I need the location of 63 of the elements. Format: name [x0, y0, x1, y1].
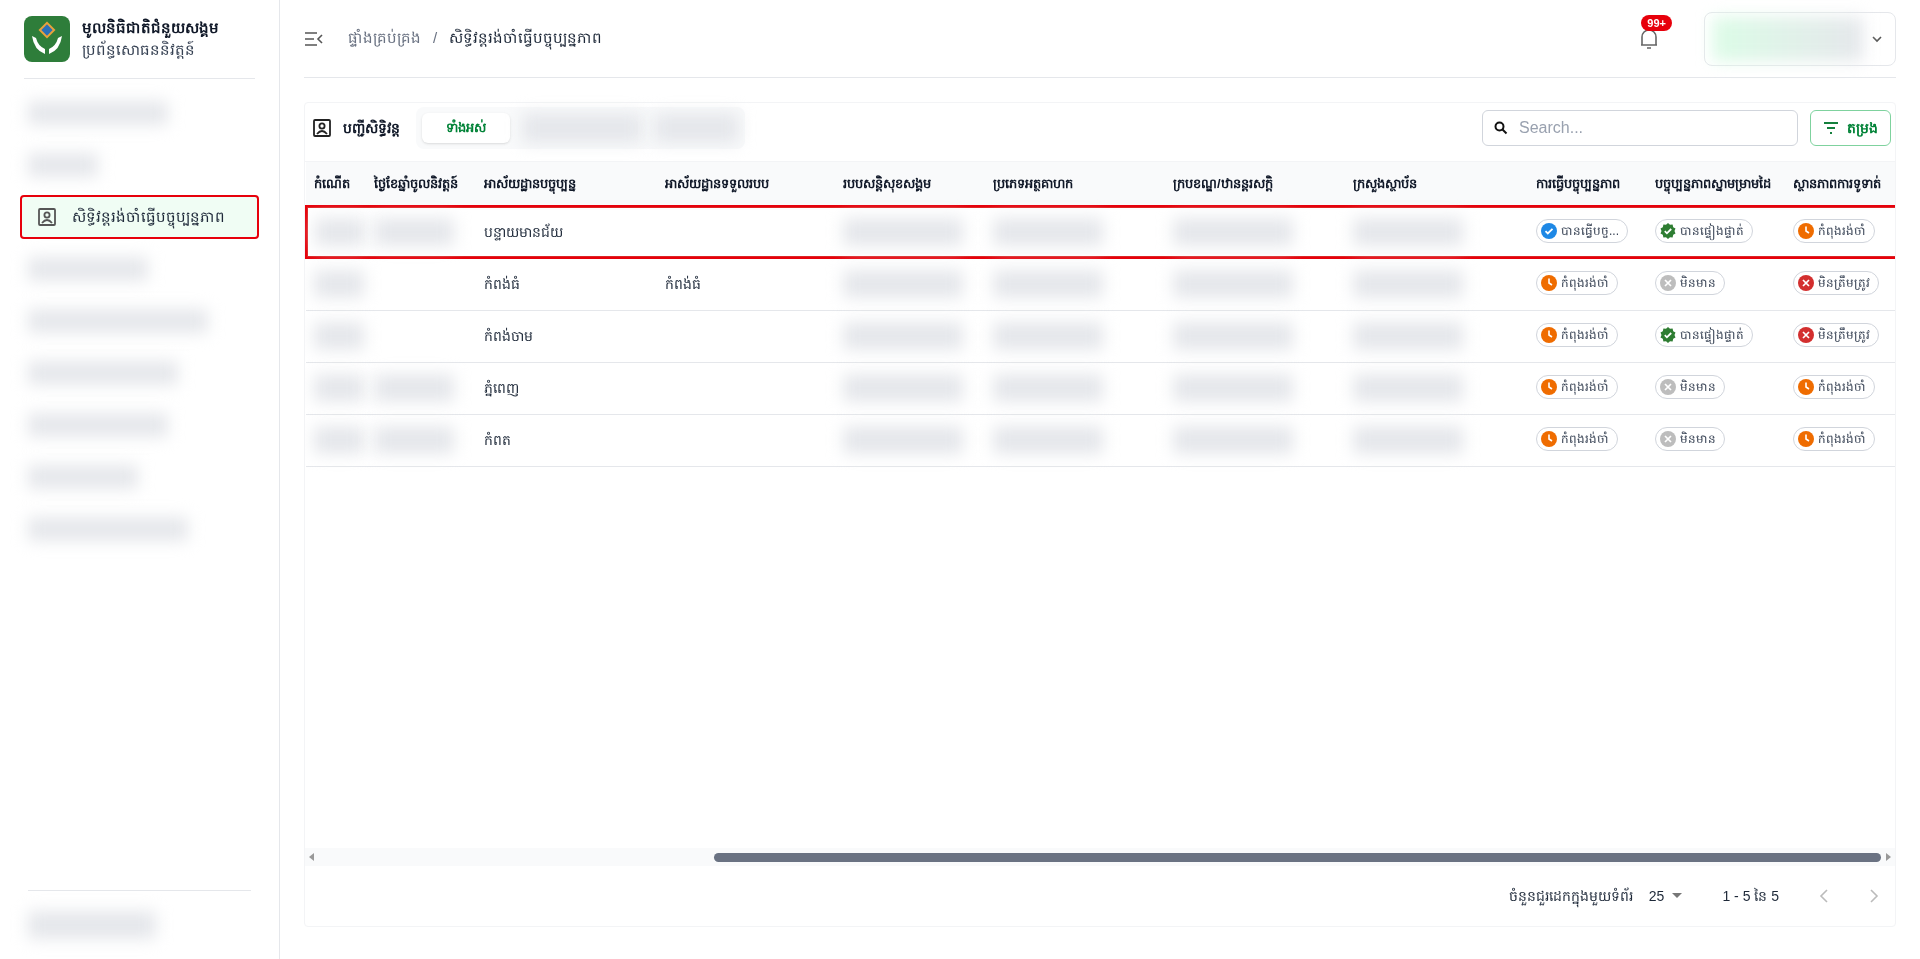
clock-icon — [1541, 379, 1557, 395]
x-circle-icon — [1660, 431, 1676, 447]
next-page-icon[interactable] — [1869, 889, 1879, 903]
verified-badge-icon — [1660, 223, 1676, 239]
chevron-down-icon — [1871, 34, 1883, 43]
column-header: ក្របខណ្ឌ/ឋានន្តរសក្តិ — [1165, 162, 1345, 206]
notification-badge: 99+ — [1641, 14, 1672, 31]
search-icon — [1494, 121, 1508, 135]
column-header: ប្រភេទអត្ថគាហក — [985, 162, 1165, 206]
table-cell: ភ្នំពេញ — [484, 379, 519, 396]
list-title: បញ្ជីសិទ្ធិវន្ត — [343, 118, 400, 139]
page-range: 1 - 5 នៃ 5 — [1722, 886, 1779, 906]
clock-icon — [1541, 327, 1557, 343]
column-header: អាស័យដ្ឋានបច្ចុប្បន្ន — [476, 162, 657, 206]
clock-icon — [1541, 275, 1557, 292]
x-circle-icon — [1660, 275, 1676, 292]
table-row[interactable]: ភ្នំពេញ កំពុងរង់ចាំ មិនមាន កំពុងរង់ចាំ — [306, 362, 1895, 414]
caret-icon — [1672, 893, 1683, 899]
user-card-icon — [38, 208, 56, 226]
table-cell: កំពត — [484, 431, 511, 448]
breadcrumb-current: សិទ្ធិវន្តរង់ចាំធ្វើបច្ចុប្បន្នភាព — [449, 27, 603, 50]
x-circle-icon — [1660, 379, 1676, 395]
clock-icon — [1798, 431, 1814, 447]
scroll-right-icon[interactable] — [1885, 853, 1891, 861]
rows-per-page-select[interactable]: 25 — [1648, 885, 1683, 907]
breadcrumb-link[interactable]: ផ្ទាំងគ្រប់គ្រង — [348, 27, 421, 50]
table-row[interactable]: កំពង់ធំ កំពង់ធំ កំពុងរង់ចាំ មិនមាន មិនត្រឹមត្រូវ — [306, 258, 1895, 310]
user-card-icon — [313, 119, 331, 137]
tab[interactable]: ទាំងអស់ — [422, 113, 510, 143]
column-header: កំណើត — [306, 162, 366, 206]
filter-icon — [1823, 122, 1839, 134]
table-cell: កំពង់ធំ — [484, 275, 520, 292]
logo-icon — [24, 16, 70, 62]
sidebar-item[interactable]: សិទ្ធិវន្តរង់ចាំធ្វើបច្ចុប្បន្នភាព — [20, 195, 259, 239]
clock-icon — [1541, 431, 1557, 447]
check-circle-icon — [1541, 223, 1557, 239]
previous-page-icon[interactable] — [1819, 889, 1829, 903]
app-subtitle: ប្រព័ន្ធសោធននិវត្តន៍ — [82, 39, 196, 61]
table-cell: កំពង់ធំ — [665, 275, 701, 292]
column-header: ក្រសួងស្ថាប័ន — [1345, 162, 1528, 206]
filter-button[interactable]: តម្រង — [1810, 110, 1891, 146]
column-header: បច្ចុប្បន្នភាពស្នាមម្រាមដៃ — [1647, 162, 1785, 206]
verified-badge-icon — [1660, 327, 1676, 343]
app-title: មូលនិធិជាតិជំនួយសង្គម — [82, 17, 219, 39]
scrollbar-thumb[interactable] — [714, 852, 1881, 862]
scroll-left-icon[interactable] — [309, 853, 315, 861]
search-field[interactable]: Search... — [1482, 110, 1798, 146]
table-row[interactable]: កំពត កំពុងរង់ចាំ មិនមាន កំពុងរង់ចាំ — [306, 414, 1895, 466]
column-header: អាស័យដ្ឋានទទួលរបប — [657, 162, 835, 206]
column-header: ថ្ងៃខែឆ្នាំចូលនិវត្តន៍ — [366, 162, 476, 206]
table-row[interactable]: កំពង់ចាម កំពុងរង់ចាំ បានផ្ទៀងផ្ទាត់ មិនត្រឹមត្រូវ — [306, 310, 1895, 362]
menu-collapse-icon[interactable] — [304, 30, 324, 47]
x-circle-icon — [1798, 275, 1814, 292]
table-cell: កំពង់ចាម — [484, 327, 533, 344]
table-cell: បន្ទាយមានជ័យ — [484, 223, 563, 240]
x-circle-icon — [1798, 327, 1814, 343]
rows-per-page-label: ចំនួនជួរដេកក្នុងមួយទំព័រ — [1508, 885, 1633, 907]
column-header: របបសន្តិសុខសង្គម — [835, 162, 985, 206]
clock-icon — [1798, 379, 1814, 395]
clock-icon — [1798, 223, 1814, 239]
breadcrumb-separator: / — [433, 28, 438, 49]
column-header: ការធ្វើបច្ចុប្បន្នភាព — [1528, 162, 1647, 206]
column-header: ស្ថានភាពការទូទាត់ — [1785, 162, 1895, 206]
